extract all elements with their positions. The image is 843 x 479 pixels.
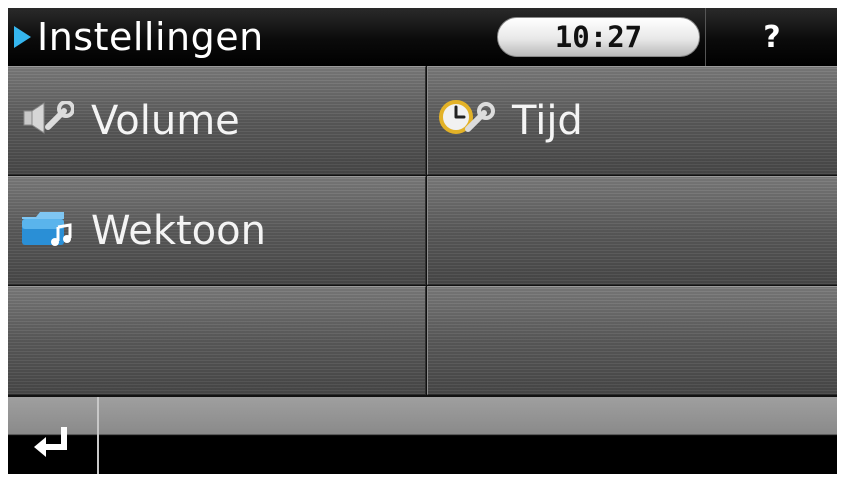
menu-item-empty	[8, 286, 426, 395]
menu-item-empty	[427, 176, 837, 285]
back-button[interactable]	[8, 397, 97, 474]
header-bar: Instellingen 10:27 ?	[8, 8, 837, 66]
menu-item-empty	[427, 286, 837, 395]
screen: Instellingen 10:27 ? Volume Tijd Wektoon	[8, 8, 837, 474]
menu-item-label: Wektoon	[91, 207, 266, 254]
menu-item-volume[interactable]: Volume	[8, 66, 426, 175]
header-divider	[705, 8, 706, 66]
help-button[interactable]: ?	[707, 8, 837, 66]
return-arrow-icon	[32, 425, 76, 467]
footer-divider	[97, 397, 99, 474]
music-folder-icon	[20, 209, 74, 253]
title-area: Instellingen	[14, 13, 264, 61]
clock-wrench-icon	[438, 99, 496, 143]
play-icon	[14, 26, 31, 48]
page-title: Instellingen	[37, 15, 264, 59]
menu-item-label: Tijd	[512, 97, 583, 144]
speaker-wrench-icon	[20, 99, 75, 141]
menu-item-label: Volume	[91, 97, 240, 144]
footer-bar	[8, 397, 837, 474]
clock-display: 10:27	[497, 17, 700, 57]
menu-item-tijd[interactable]: Tijd	[427, 66, 837, 175]
settings-grid: Volume Tijd Wektoon	[8, 66, 837, 396]
menu-item-wektoon[interactable]: Wektoon	[8, 176, 426, 285]
